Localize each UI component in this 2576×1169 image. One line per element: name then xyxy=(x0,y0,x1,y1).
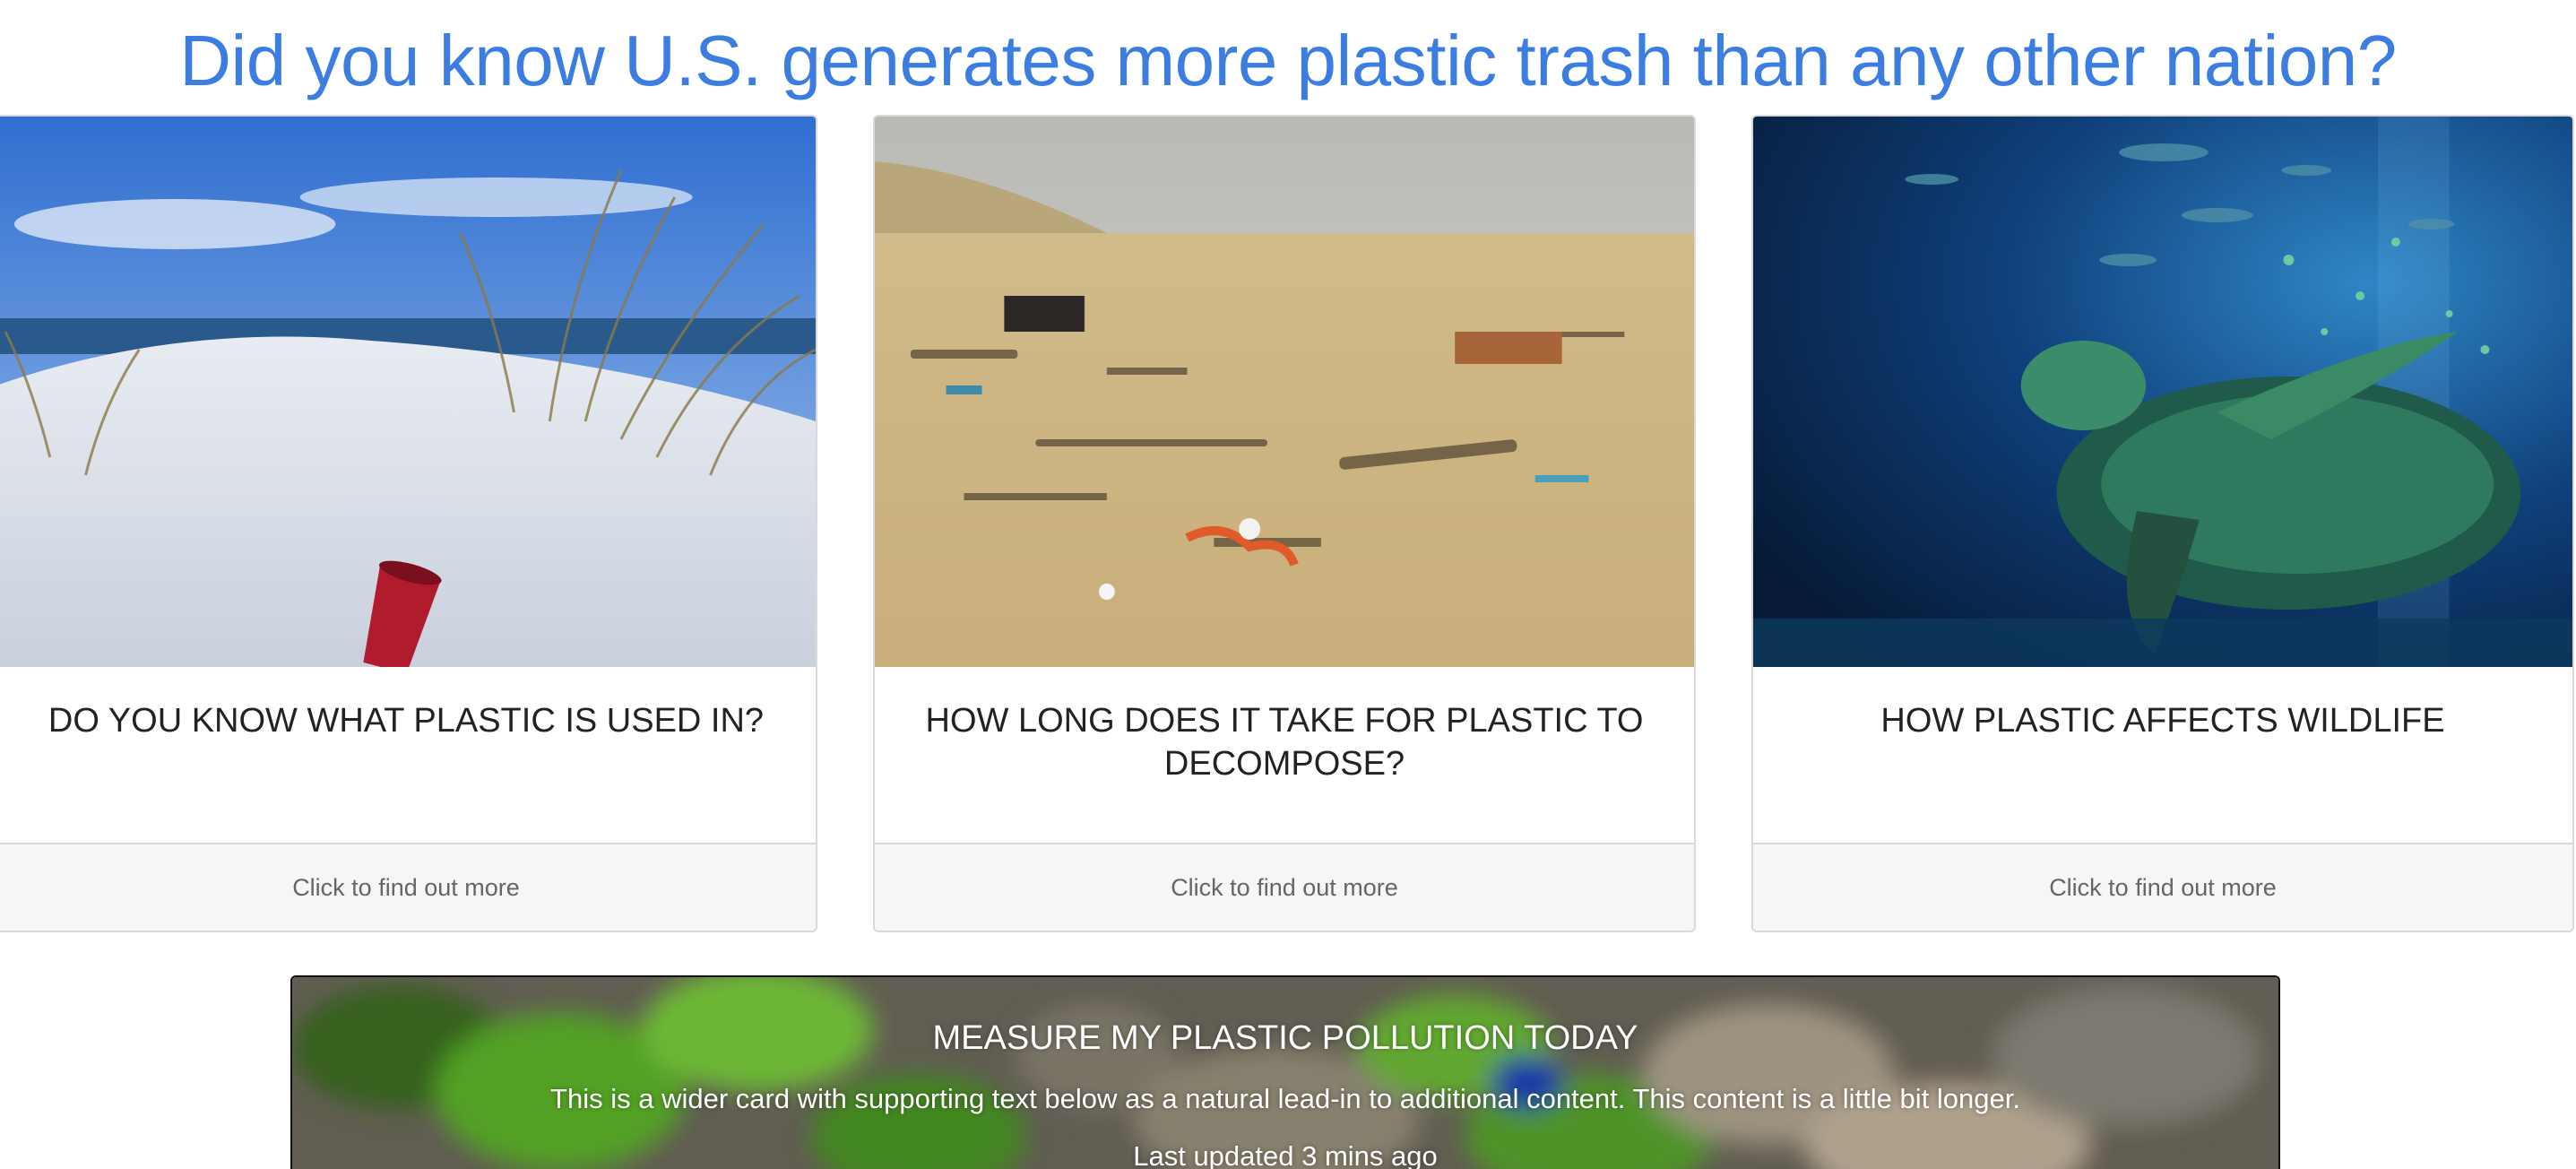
wide-card-title: MEASURE MY PLASTIC POLLUTION TODAY xyxy=(932,1019,1638,1057)
card-title: HOW PLASTIC AFFECTS WILDLIFE xyxy=(1880,702,2445,740)
find-out-more-link[interactable]: Click to find out more xyxy=(0,843,816,931)
card-image-polluted-beach xyxy=(875,117,1694,667)
card-title: DO YOU KNOW WHAT PLASTIC IS USED IN? xyxy=(48,702,765,740)
card-image-plastic-cup xyxy=(0,117,816,667)
info-card-wildlife[interactable]: HOW PLASTIC AFFECTS WILDLIFE Click to fi… xyxy=(1751,115,2574,932)
measure-pollution-card[interactable]: MEASURE MY PLASTIC POLLUTION TODAY This … xyxy=(290,975,2280,1169)
find-out-more-link[interactable]: Click to find out more xyxy=(1753,843,2572,931)
last-updated-text: Last updated 3 mins ago xyxy=(1133,1140,1438,1169)
page-headline: Did you know U.S. generates more plastic… xyxy=(179,21,2397,100)
info-card-decompose[interactable]: HOW LONG DOES IT TAKE FOR PLASTIC TO DEC… xyxy=(873,115,1696,932)
info-card-plastic-uses[interactable]: DO YOU KNOW WHAT PLASTIC IS USED IN? Cli… xyxy=(0,115,817,932)
card-image-sea-turtle xyxy=(1753,117,2572,667)
find-out-more-link[interactable]: Click to find out more xyxy=(875,843,1694,931)
card-title: HOW LONG DOES IT TAKE FOR PLASTIC TO DEC… xyxy=(925,702,1644,783)
wide-card-text: This is a wider card with supporting tex… xyxy=(550,1083,2020,1114)
